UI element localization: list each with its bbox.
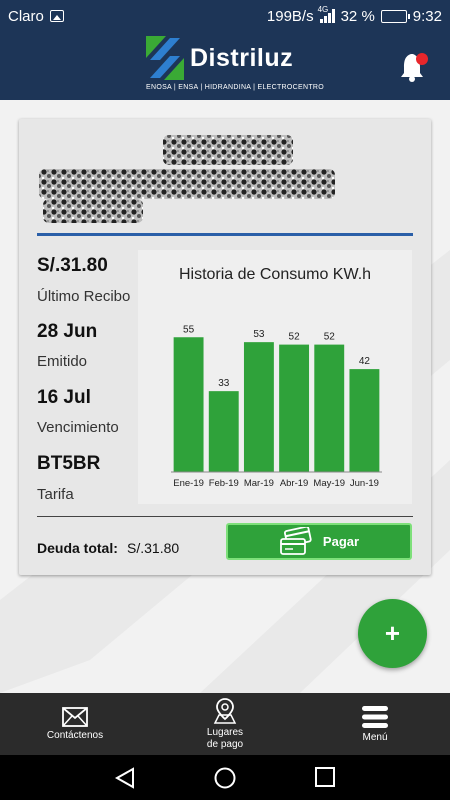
x-tick-label: May-19 bbox=[313, 478, 345, 489]
nav-item-payment-locations[interactable]: Lugares de pago bbox=[150, 693, 300, 755]
bar-value-label: 53 bbox=[253, 329, 265, 340]
recent-apps-icon[interactable] bbox=[314, 766, 336, 788]
battery-icon bbox=[380, 9, 410, 23]
bar-value-label: 55 bbox=[183, 324, 195, 335]
signal-icon: 4G bbox=[318, 5, 335, 23]
tariff-value: BT5BR bbox=[37, 453, 101, 474]
issued-label: Emitido bbox=[37, 353, 88, 370]
envelope-icon bbox=[62, 706, 88, 727]
debt-label: Deuda total: bbox=[37, 540, 118, 556]
pay-button-label: Pagar bbox=[322, 534, 360, 549]
bar-value-label: 33 bbox=[218, 378, 230, 389]
x-tick-label: Ene-19 bbox=[173, 478, 204, 489]
issued-date: 28 Jun bbox=[37, 321, 98, 342]
bar-Mar-19 bbox=[243, 342, 274, 472]
due-date: 16 Jul bbox=[37, 387, 91, 408]
network-type: 4G bbox=[317, 5, 329, 14]
system-navigation-bar bbox=[0, 755, 450, 800]
bar-value-label: 52 bbox=[324, 332, 336, 343]
bar-Feb-19 bbox=[208, 391, 239, 472]
distriluz-logo-icon bbox=[146, 36, 184, 80]
battery-percent: 32 % bbox=[340, 7, 375, 25]
brand-subtitle: ENOSA | ENSA | HIDRANDINA | ELECTROCENTR… bbox=[146, 84, 325, 91]
chart-plot: 55 Ene-19 33 Feb-19 53 Mar-19 52 Abr-19 52 May-19… bbox=[171, 324, 382, 489]
nav-label-line1: Lugares bbox=[206, 726, 244, 738]
add-fab-button[interactable]: + bbox=[358, 599, 427, 668]
nav-item-menu[interactable]: Menú bbox=[300, 693, 450, 755]
x-tick-label: Mar-19 bbox=[244, 478, 274, 489]
nav-label-line2: de pago bbox=[206, 738, 244, 750]
notification-dot bbox=[416, 53, 428, 65]
x-tick-label: Feb-19 bbox=[209, 478, 239, 489]
bar-May-19 bbox=[314, 344, 345, 472]
last-bill-amount: S/.31.80 bbox=[37, 255, 108, 276]
nav-item-contact[interactable]: Contáctenos bbox=[0, 693, 150, 755]
bar-Ene-19 bbox=[173, 337, 204, 472]
debt-separator bbox=[37, 516, 413, 517]
pay-button[interactable]: Pagar bbox=[226, 523, 412, 560]
tariff-label: Tarifa bbox=[37, 486, 74, 503]
bar-value-label: 42 bbox=[359, 356, 371, 367]
redacted-customer-name bbox=[39, 135, 335, 223]
due-label: Vencimiento bbox=[37, 419, 119, 436]
home-icon[interactable] bbox=[213, 766, 237, 790]
x-tick-label: Abr-19 bbox=[280, 478, 309, 489]
card-divider bbox=[37, 233, 413, 236]
bottom-navigation: Contáctenos Lugares de pago Menú bbox=[0, 693, 450, 755]
consumption-chart: Historia de Consumo KW.h 55 Ene-19 33 Feb-1… bbox=[138, 250, 412, 504]
bill-card: S/.31.80 Último Recibo 28 Jun Emitido 16… bbox=[19, 119, 431, 575]
gallery-notification-icon bbox=[49, 10, 64, 22]
hamburger-menu-icon bbox=[362, 705, 388, 728]
nav-label-contact: Contáctenos bbox=[46, 729, 104, 741]
credit-card-icon bbox=[280, 526, 312, 555]
x-tick-label: Jun-19 bbox=[350, 478, 379, 489]
nav-label-menu: Menú bbox=[362, 731, 388, 743]
map-pin-icon bbox=[213, 697, 237, 724]
back-icon[interactable] bbox=[113, 766, 137, 790]
nav-label-payment-locations: Lugares de pago bbox=[207, 727, 243, 751]
bar-value-label: 52 bbox=[289, 332, 301, 343]
notification-bell-icon[interactable] bbox=[399, 50, 429, 82]
status-bar: Claro 199B/s 4G 32 % 9:32 bbox=[0, 0, 450, 32]
last-bill-label: Último Recibo bbox=[37, 288, 131, 305]
debt-value: S/.31.80 bbox=[127, 540, 180, 556]
brand-name: Distriluz bbox=[190, 44, 294, 72]
bar-Jun-19 bbox=[349, 369, 380, 472]
network-speed: 199B/s bbox=[266, 7, 314, 25]
clock: 9:32 bbox=[412, 7, 442, 25]
carrier-name: Claro bbox=[8, 7, 44, 25]
app-header: Distriluz ENOSA | ENSA | HIDRANDINA | EL… bbox=[0, 32, 450, 100]
bar-Abr-19 bbox=[279, 344, 310, 472]
